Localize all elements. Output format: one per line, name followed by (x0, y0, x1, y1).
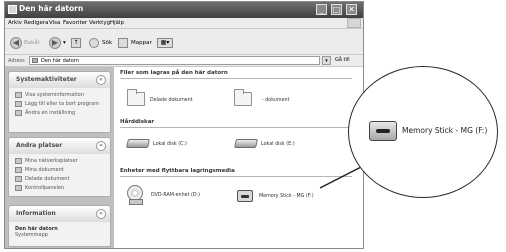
task-change-setting[interactable]: Ändra en inställning (15, 110, 106, 116)
section-divider (120, 78, 352, 79)
other-places-panel: Andra platser « Mina nätverksplatser Min… (8, 137, 111, 197)
place-network[interactable]: Mina nätverksplatser (15, 158, 106, 164)
collapse-chevron-icon[interactable]: « (96, 209, 106, 219)
menu-arkiv[interactable]: Arkiv (8, 20, 22, 26)
forward-dropdown-icon[interactable]: ▾ (63, 40, 66, 46)
address-dropdown-icon[interactable]: ▾ (322, 56, 331, 65)
system-tasks-panel: Systemaktiviteter « Visa systeminformati… (8, 71, 111, 133)
folder-icon (15, 167, 22, 173)
memory-stick-icon (369, 121, 397, 141)
item-local-disk-c[interactable]: Lokal disk (C:) (153, 142, 187, 147)
place-control-panel[interactable]: Kontrollpanelen (15, 185, 106, 191)
section-hard-disks: Hårddiskar (120, 119, 155, 125)
address-label: Adress (8, 58, 25, 64)
forward-arrow-icon[interactable]: ▶ (49, 37, 61, 49)
menu-redigera[interactable]: Redigera (24, 20, 48, 26)
menu-verktyg[interactable]: Verktyg (89, 20, 110, 26)
task-view-system-info[interactable]: Visa systeminformation (15, 92, 106, 98)
task-pane: Systemaktiviteter « Visa systeminformati… (5, 67, 114, 248)
address-value: Den här datorn (41, 58, 79, 64)
maximize-button[interactable]: □ (331, 4, 342, 15)
menu-hjalp[interactable]: Hjälp (110, 20, 124, 26)
menu-visa[interactable]: Visa (49, 20, 60, 26)
item-local-disk-e[interactable]: Lokal disk (E:) (261, 142, 295, 147)
information-title: Information (16, 210, 56, 217)
menu-favoriter[interactable]: Favoriter (63, 20, 87, 26)
folder-icon (15, 176, 22, 182)
search-button-label[interactable]: Sök (102, 40, 112, 46)
item-shared-documents[interactable]: Delade dokument (150, 98, 193, 103)
folder-icon[interactable] (234, 89, 252, 106)
memory-stick-icon[interactable] (237, 190, 253, 202)
network-icon (15, 158, 22, 164)
control-panel-icon (15, 185, 22, 191)
back-button-label[interactable]: Bakåt (24, 40, 40, 46)
folder-icon[interactable] (127, 89, 145, 106)
place-my-documents[interactable]: Mina dokument (15, 167, 106, 173)
info-icon (15, 92, 22, 98)
place-shared-documents[interactable]: Delade dokument (15, 176, 106, 182)
zoom-callout: Memory Stick - MG (F:) (348, 66, 498, 198)
windows-logo-icon (347, 18, 361, 28)
toolbar: ◀ Bakåt ▶ ▾ ↑ Sök Mappar ▦▾ (5, 29, 363, 55)
explorer-window: Den här datorn _ □ ✕ Arkiv Redigera Visa… (4, 1, 364, 249)
other-places-title: Andra platser (16, 142, 63, 149)
system-tasks-title: Systemaktiviteter (16, 76, 77, 83)
system-tasks-header[interactable]: Systemaktiviteter « (9, 72, 110, 88)
info-type: Systemmapp (15, 232, 48, 238)
section-divider (120, 176, 352, 177)
up-folder-icon[interactable]: ↑ (71, 38, 81, 48)
control-panel-icon (15, 110, 22, 116)
content-pane: Filer som lagras på den här datorn Delad… (114, 67, 363, 248)
dvd-drive-base-icon (129, 199, 143, 205)
computer-icon (32, 58, 38, 63)
section-divider (120, 127, 352, 128)
folders-button-label[interactable]: Mappar (131, 40, 152, 46)
menu-bar: Arkiv Redigera Visa Favoriter Verktyg Hj… (5, 18, 363, 29)
window-title: Den här datorn (19, 4, 84, 13)
hard-disk-icon[interactable] (234, 139, 258, 148)
search-icon[interactable] (89, 38, 99, 48)
section-stored-files: Filer som lagras på den här datorn (120, 70, 228, 76)
computer-icon (8, 5, 17, 14)
task-add-remove-programs[interactable]: Lägg till eller ta bort program (15, 101, 106, 107)
address-field[interactable]: Den här datorn (29, 56, 320, 65)
section-removable-media: Enheter med flyttbara lagringsmedia (120, 168, 235, 174)
close-button[interactable]: ✕ (346, 4, 357, 15)
item-user-documents[interactable]: - dokument (262, 98, 289, 103)
views-button[interactable]: ▦▾ (157, 38, 173, 48)
folders-icon[interactable] (118, 38, 128, 48)
collapse-chevron-icon[interactable]: « (96, 141, 106, 151)
address-bar: Adress Den här datorn ▾ Gå till (5, 55, 363, 67)
title-bar[interactable]: Den här datorn _ □ ✕ (5, 2, 363, 18)
callout-label: Memory Stick - MG (F:) (402, 126, 488, 135)
information-header[interactable]: Information « (9, 206, 110, 222)
programs-icon (15, 101, 22, 107)
item-memory-stick-f[interactable]: Memory Stick - MG (F:) (259, 194, 314, 199)
item-dvd-ram-d[interactable]: DVD-RAM-enhet (D:) (151, 193, 200, 198)
other-places-header[interactable]: Andra platser « (9, 138, 110, 154)
back-arrow-icon[interactable]: ◀ (10, 37, 22, 49)
hard-disk-icon[interactable] (126, 139, 150, 148)
go-button[interactable]: Gå till (335, 57, 350, 63)
information-panel: Information « Den här datorn Systemmapp (8, 205, 111, 247)
collapse-chevron-icon[interactable]: « (96, 75, 106, 85)
minimize-button[interactable]: _ (316, 4, 327, 15)
